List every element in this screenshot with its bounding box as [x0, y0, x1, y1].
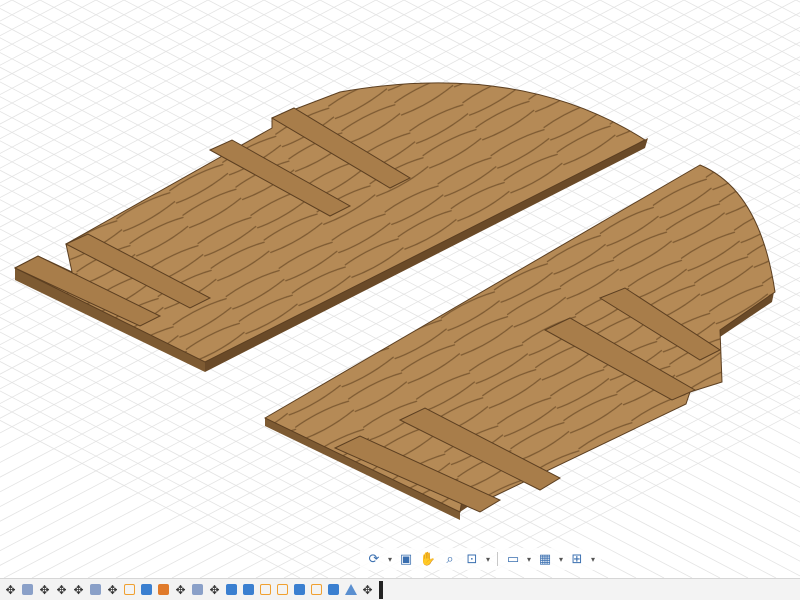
orbit-icon[interactable]: ⟳ — [364, 549, 384, 569]
viewports-icon[interactable]: ⊞ — [567, 549, 587, 569]
toolbar-divider — [497, 552, 498, 566]
extrude-icon[interactable] — [223, 582, 240, 598]
timeline-bar: ✥ ✥ ✥ ✥ ✥ ✥ ✥ ✥ — [0, 578, 800, 600]
fit-dropdown-icon[interactable]: ▾ — [484, 555, 492, 564]
extrude-orange-icon[interactable] — [155, 582, 172, 598]
extrude-icon[interactable] — [240, 582, 257, 598]
extrude-icon[interactable] — [325, 582, 342, 598]
move-icon[interactable]: ✥ — [206, 582, 223, 598]
component-icon[interactable] — [189, 582, 206, 598]
mirror-icon[interactable] — [342, 582, 359, 598]
sketch-icon[interactable] — [121, 582, 138, 598]
timeline-marker[interactable] — [379, 580, 383, 599]
display-dropdown-icon[interactable]: ▾ — [525, 555, 533, 564]
component-icon[interactable] — [19, 582, 36, 598]
3d-viewport[interactable] — [0, 0, 800, 579]
model-canvas — [0, 0, 800, 579]
move-icon[interactable]: ✥ — [172, 582, 189, 598]
grid-settings-icon[interactable]: ▦ — [535, 549, 555, 569]
move-icon[interactable]: ✥ — [2, 582, 19, 598]
zoom-icon[interactable]: ⌕ — [440, 549, 460, 569]
component-icon[interactable] — [87, 582, 104, 598]
extrude-icon[interactable] — [138, 582, 155, 598]
orbit-dropdown-icon[interactable]: ▾ — [386, 555, 394, 564]
display-settings-icon[interactable]: ▭ — [503, 549, 523, 569]
sketch-icon[interactable] — [274, 582, 291, 598]
move-icon[interactable]: ✥ — [104, 582, 121, 598]
viewports-dropdown-icon[interactable]: ▾ — [589, 555, 597, 564]
move-icon[interactable]: ✥ — [359, 582, 376, 598]
hand-pan-icon[interactable]: ✋ — [418, 549, 438, 569]
grid-dropdown-icon[interactable]: ▾ — [557, 555, 565, 564]
move-icon[interactable]: ✥ — [36, 582, 53, 598]
move-icon[interactable]: ✥ — [53, 582, 70, 598]
navigation-toolbar: ⟳ ▾ ▣ ✋ ⌕ ⊡ ▾ ▭ ▾ ▦ ▾ ⊞ ▾ — [360, 548, 601, 570]
sketch-icon[interactable] — [308, 582, 325, 598]
extrude-icon[interactable] — [291, 582, 308, 598]
fit-icon[interactable]: ⊡ — [462, 549, 482, 569]
pan-view-icon[interactable]: ▣ — [396, 549, 416, 569]
sketch-icon[interactable] — [257, 582, 274, 598]
move-icon[interactable]: ✥ — [70, 582, 87, 598]
